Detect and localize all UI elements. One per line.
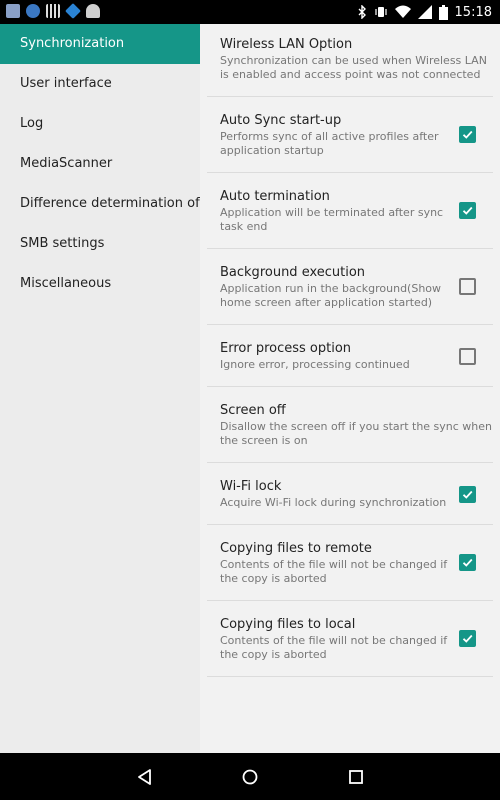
system-icons: 15:18 bbox=[357, 0, 492, 24]
recents-icon[interactable] bbox=[346, 767, 366, 787]
sidebar-item-user-interface[interactable]: User interface bbox=[0, 64, 200, 104]
check-icon bbox=[462, 558, 473, 567]
pref-summary: Ignore error, processing continued bbox=[220, 358, 410, 371]
checkbox-checked[interactable] bbox=[459, 126, 476, 143]
checkbox-checked[interactable] bbox=[459, 630, 476, 647]
pref-title: Screen off bbox=[220, 403, 286, 418]
grid-icon bbox=[46, 4, 60, 18]
pref-summary: Acquire Wi-Fi lock during synchronizatio… bbox=[220, 496, 447, 509]
sidebar-item-difference-determination-of-f[interactable]: Difference determination of f bbox=[0, 184, 200, 224]
pref-summary: Application run in the background(Show h… bbox=[220, 282, 442, 309]
bluetooth-icon bbox=[358, 5, 366, 19]
sidebar-item-mediascanner[interactable]: MediaScanner bbox=[0, 144, 200, 184]
pref-title: Auto termination bbox=[220, 189, 330, 204]
pref-title: Error process option bbox=[220, 341, 352, 356]
pref-summary: Performs sync of all active profiles aft… bbox=[220, 130, 439, 157]
checkbox-unchecked[interactable] bbox=[459, 348, 476, 365]
pref-title: Auto Sync start-up bbox=[220, 113, 342, 128]
pref-title: Copying files to remote bbox=[220, 541, 372, 556]
pref-auto-termination[interactable]: Auto termination Application will be term… bbox=[207, 172, 493, 249]
pref-background-execution[interactable]: Background execution Application run in t… bbox=[207, 248, 493, 325]
notification-icons bbox=[6, 3, 100, 20]
sidebar-item-smb-settings[interactable]: SMB settings bbox=[0, 224, 200, 264]
pref-summary: Synchronization can be used when Wireles… bbox=[220, 54, 487, 81]
sidebar-item-miscellaneous[interactable]: Miscellaneous bbox=[0, 264, 200, 304]
pref-summary: Contents of the file will not be changed… bbox=[220, 634, 448, 661]
pref-title: Copying files to local bbox=[220, 617, 356, 632]
pref-screen-off[interactable]: Screen off Disallow the screen off if you… bbox=[207, 386, 493, 463]
status-bar: 15:18 bbox=[0, 0, 500, 24]
checkbox-unchecked[interactable] bbox=[459, 278, 476, 295]
navigation-bar bbox=[0, 753, 500, 800]
pref-auto-sync-start-up[interactable]: Auto Sync start-up Performs sync of all a… bbox=[207, 96, 493, 173]
pref-wireless-lan-option[interactable]: Wireless LAN Option Synchronization can b… bbox=[207, 24, 493, 97]
vibrate-icon bbox=[374, 7, 387, 17]
back-icon[interactable] bbox=[135, 767, 155, 787]
pref-title: Wireless LAN Option bbox=[220, 37, 353, 52]
sidebar-item-log[interactable]: Log bbox=[0, 104, 200, 144]
check-icon bbox=[462, 206, 473, 215]
pref-copying-files-to-remote[interactable]: Copying files to remote Contents of the f… bbox=[207, 524, 493, 601]
pref-title: Background execution bbox=[220, 265, 366, 280]
sidebar-item-synchronization[interactable]: Synchronization bbox=[0, 24, 200, 64]
check-icon bbox=[462, 490, 473, 499]
pref-wi-fi-lock[interactable]: Wi-Fi lock Acquire Wi-Fi lock during sync… bbox=[207, 462, 493, 525]
pref-summary: Contents of the file will not be changed… bbox=[220, 558, 448, 585]
checkbox-checked[interactable] bbox=[459, 202, 476, 219]
home-icon[interactable] bbox=[240, 767, 260, 787]
android-icon bbox=[86, 4, 100, 18]
pref-title: Wi-Fi lock bbox=[220, 479, 282, 494]
cell-signal-icon bbox=[417, 5, 432, 19]
checkbox-checked[interactable] bbox=[459, 554, 476, 571]
globe-icon bbox=[26, 4, 40, 18]
check-icon bbox=[462, 634, 473, 643]
pref-copying-files-to-local[interactable]: Copying files to local Contents of the fi… bbox=[207, 600, 493, 677]
pref-summary: Application will be terminated after syn… bbox=[220, 206, 444, 233]
pref-error-process-option[interactable]: Error process option Ignore error, proces… bbox=[207, 324, 493, 387]
pref-summary: Disallow the screen off if you start the… bbox=[220, 420, 493, 447]
battery-icon bbox=[438, 4, 448, 20]
dropbox-icon bbox=[65, 3, 81, 19]
checkbox-checked[interactable] bbox=[459, 486, 476, 503]
settings-detail-pane: Wireless LAN Option Synchronization can b… bbox=[200, 24, 500, 753]
app-icon-1 bbox=[6, 4, 20, 18]
check-icon bbox=[462, 130, 473, 139]
clock: 15:18 bbox=[454, 4, 492, 20]
wifi-icon bbox=[394, 5, 411, 18]
settings-sidebar: Synchronization User interface Log MediaSca… bbox=[0, 24, 200, 753]
